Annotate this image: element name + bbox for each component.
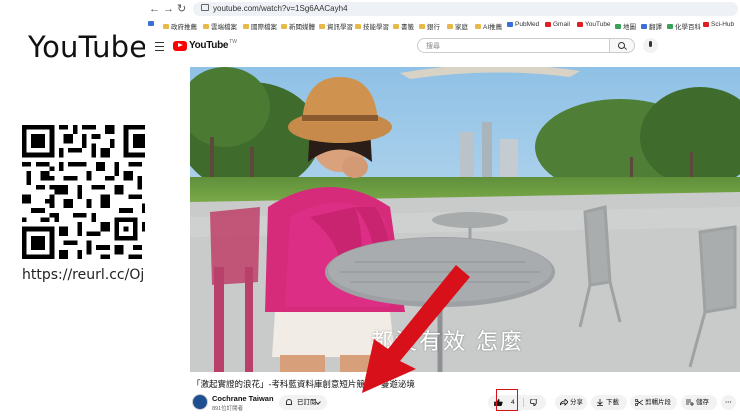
qr-code [22, 125, 156, 259]
bookmark-item[interactable]: PubMed [507, 21, 539, 28]
bookmarks-bar: 政府推薦 雲端檔案 國際檔案 新聞媒體 資訊學習 技能學習 書籤 銀行 家庭 A… [145, 18, 740, 33]
subscribe-label: 已訂閱 [297, 399, 317, 406]
folder-icon [475, 23, 481, 29]
youtube-icon [577, 22, 583, 27]
back-icon[interactable]: ← [149, 3, 160, 15]
bookmark-item[interactable]: 化學百科 [667, 21, 701, 31]
bookmark-item[interactable]: 銀行 [419, 21, 440, 31]
gmail-icon [545, 22, 551, 27]
bookmark-item[interactable]: 新聞媒體 [281, 21, 315, 31]
bookmark-item[interactable]: YouTube [577, 21, 611, 28]
folder-icon [393, 23, 399, 29]
address-bar-row: ← → ↻ youtube.com/watch?v=1Sg6AACayh4 [145, 0, 740, 19]
bell-icon [286, 399, 292, 405]
download-label: 下載 [606, 399, 619, 406]
bookmark-item[interactable] [148, 21, 154, 26]
clip-label: 剪輯片段 [645, 399, 671, 406]
clip-button[interactable]: 剪輯片段 [630, 395, 677, 410]
maps-icon [615, 23, 621, 29]
bookmark-item[interactable]: 國際檔案 [243, 21, 277, 31]
bookmark-item[interactable]: 雲端檔案 [203, 21, 237, 31]
search-icon [618, 42, 625, 49]
menu-icon[interactable] [155, 42, 164, 51]
thumbs-down-icon[interactable] [530, 399, 539, 406]
youtube-wordmark: YouTube [189, 40, 229, 51]
download-icon [597, 399, 603, 406]
bookmark-item[interactable]: 政府推薦 [163, 21, 197, 31]
folder-icon [355, 23, 361, 29]
folder-icon [163, 23, 169, 29]
lock-icon [201, 4, 209, 12]
like-highlight-box [496, 389, 518, 411]
search-button[interactable] [610, 38, 635, 53]
region-code: TW [229, 38, 237, 45]
scissors-icon [635, 399, 643, 406]
bookmark-item[interactable]: 地圖 [615, 21, 636, 31]
share-icon [560, 399, 568, 406]
folder-icon [319, 23, 325, 29]
youtube-header: YouTube TW 搜尋 [145, 33, 740, 59]
scihub-icon [703, 22, 709, 27]
channel-name[interactable]: Cochrane Taiwan [212, 394, 274, 403]
bookmark-item[interactable]: 技能學習 [355, 21, 389, 31]
share-button[interactable]: 分享 [555, 395, 587, 410]
bookmark-item[interactable]: 書籤 [393, 21, 414, 31]
bookmark-item[interactable]: 資訊學習 [319, 21, 353, 31]
playlist-add-icon [686, 399, 694, 406]
youtube-logo[interactable]: YouTube TW [173, 38, 237, 51]
mic-button[interactable] [643, 38, 658, 53]
reload-icon[interactable]: ↻ [177, 3, 186, 15]
bookmark-item[interactable]: 家庭 [447, 21, 468, 31]
url-field[interactable]: youtube.com/watch?v=1Sg6AACayh4 [193, 2, 738, 16]
folder-icon [203, 23, 209, 29]
save-label: 儲存 [696, 399, 709, 406]
folder-icon [419, 23, 425, 29]
folder-icon [281, 23, 287, 29]
pubmed-icon [507, 22, 513, 27]
bookmark-item[interactable]: AI推薦 [475, 21, 502, 31]
forward-icon[interactable]: → [163, 3, 174, 15]
subscribe-button[interactable]: 已訂閱 [279, 395, 327, 410]
folder-icon [243, 23, 249, 29]
save-button[interactable]: 儲存 [681, 395, 717, 410]
more-actions-button[interactable]: ··· [721, 395, 736, 410]
channel-avatar[interactable] [192, 394, 208, 410]
bookmark-item[interactable]: Gmail [545, 21, 570, 28]
youtube-play-icon [173, 40, 187, 51]
share-label: 分享 [570, 399, 583, 406]
folder-icon [447, 23, 453, 29]
like-divider [523, 398, 524, 407]
bookmark-item[interactable]: 翻譯 [641, 21, 662, 31]
url-text: youtube.com/watch?v=1Sg6AACayh4 [213, 4, 348, 13]
chem-icon [667, 23, 673, 29]
bookmark-item[interactable]: Sci-Hub [703, 21, 734, 28]
subscriber-count: 891位訂閱者 [212, 406, 244, 412]
red-arrow-annotation [362, 265, 470, 393]
download-button[interactable]: 下載 [591, 395, 627, 410]
slide-title: YouTube [28, 30, 148, 64]
bookmark-folder-icon [148, 21, 154, 26]
translate-icon [641, 23, 647, 29]
search-input[interactable]: 搜尋 [417, 38, 610, 53]
